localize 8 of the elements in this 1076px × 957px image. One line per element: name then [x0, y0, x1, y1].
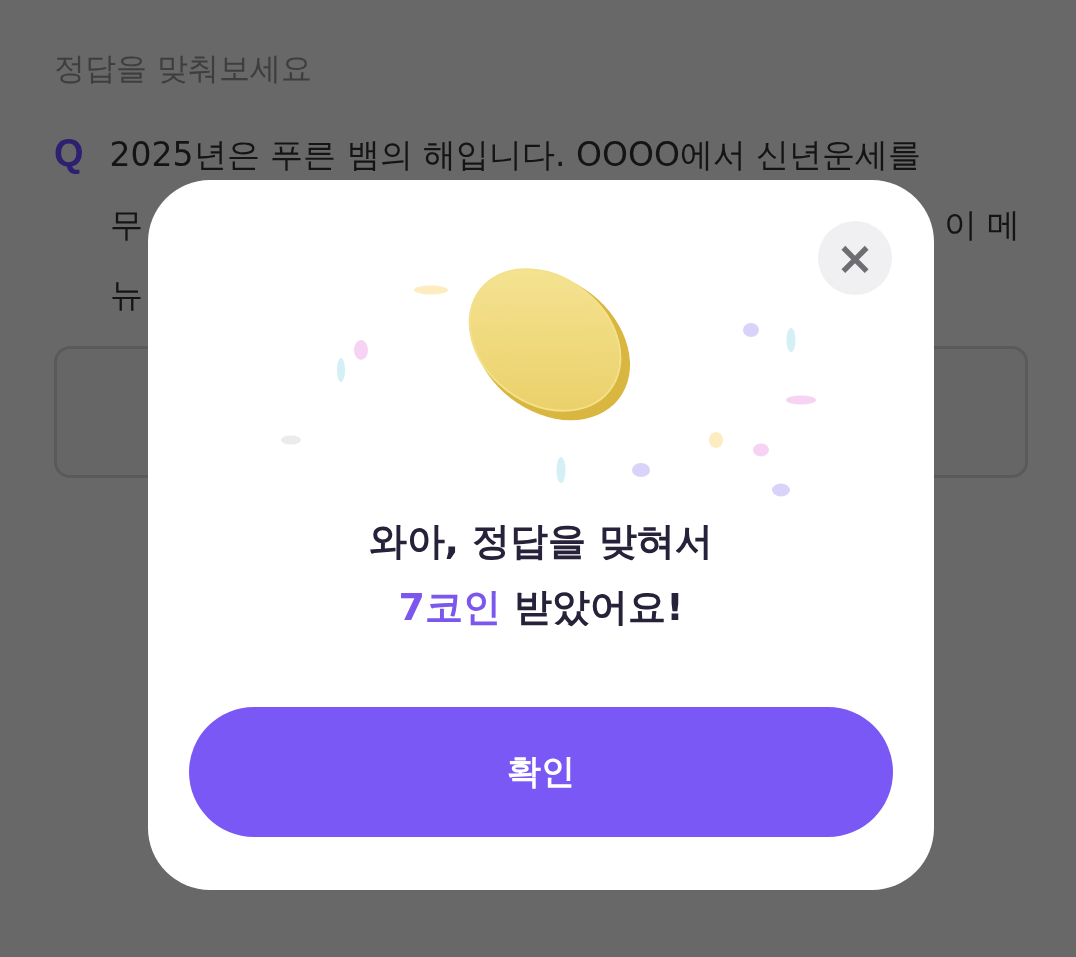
question-text: 무	[109, 204, 143, 246]
confirm-button[interactable]: 확인	[189, 707, 893, 837]
question-text: 이 메	[943, 204, 1020, 246]
question-text: 뉴	[109, 274, 143, 316]
close-button[interactable]: ×	[818, 221, 892, 295]
reward-message: 와아, 정답을 맞혀서 7코인 받았어요!	[368, 518, 714, 631]
question-text: 2025년은 푸른 뱀의 해입니다. OOOO에서 신년운세를	[109, 134, 922, 176]
question-mark-label: Q	[54, 131, 84, 176]
